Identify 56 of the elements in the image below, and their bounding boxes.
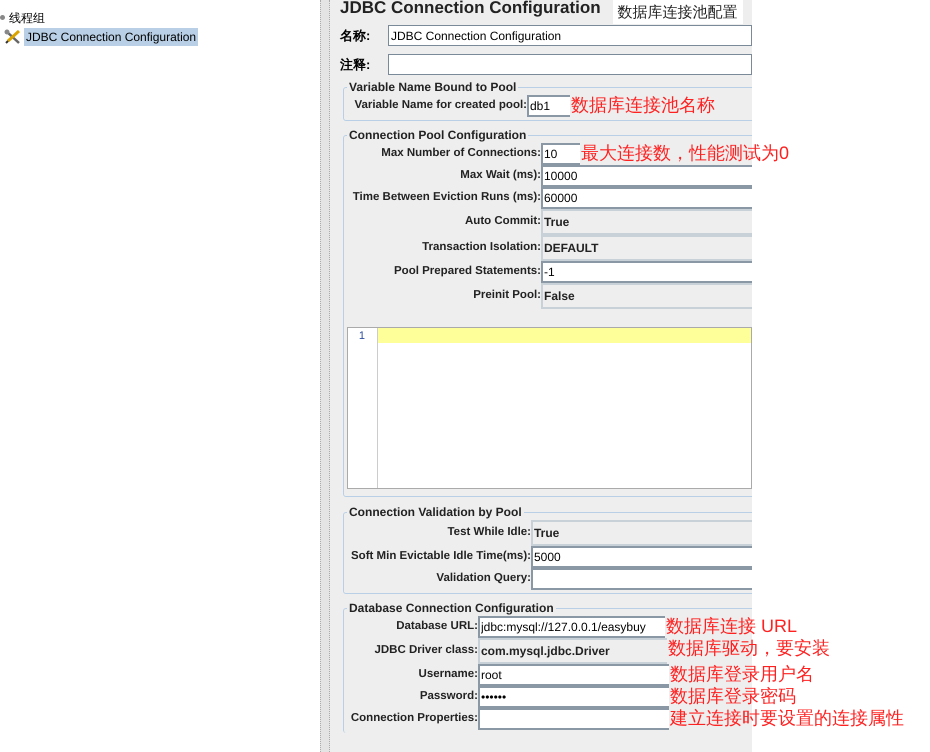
- field-label: Time Between Eviction Runs (ms):: [352, 190, 541, 206]
- splitter[interactable]: [320, 0, 330, 752]
- input-field[interactable]: 10: [541, 143, 580, 165]
- annotation: 建立连接时要设置的连接属性: [670, 707, 904, 729]
- annotation: 数据库驱动，要安装: [668, 637, 830, 659]
- annotation: 最大连接数，性能测试为0: [581, 142, 790, 164]
- field-label: Username:: [418, 667, 478, 682]
- field-label: Soft Min Evictable Idle Time(ms):: [350, 549, 531, 564]
- section-title: Connection Validation by Pool: [347, 505, 524, 519]
- field-label: Transaction Isolation:: [421, 240, 541, 256]
- name-field[interactable]: JDBC Connection Configuration: [388, 25, 752, 46]
- field-label: Password:: [418, 689, 478, 704]
- input-field[interactable]: 10000: [541, 165, 752, 187]
- panel-title: JDBC Connection Configuration: [340, 0, 601, 18]
- field-label: Variable Name for created pool:: [353, 98, 527, 114]
- comment-field[interactable]: [388, 54, 752, 75]
- dropdown[interactable]: True: [541, 209, 752, 235]
- dropdown[interactable]: DEFAULT: [541, 235, 752, 261]
- section-title: Variable Name Bound to Pool: [347, 80, 518, 94]
- input-field[interactable]: -1: [541, 261, 752, 283]
- tree-item[interactable]: 线程组: [7, 8, 47, 26]
- line-number: 1: [358, 329, 366, 343]
- input-field[interactable]: root: [478, 664, 669, 686]
- field-label: Max Number of Connections:: [380, 146, 541, 162]
- field-label: Pool Prepared Statements:: [393, 264, 541, 280]
- input-field[interactable]: 60000: [541, 187, 752, 209]
- field-label: JDBC Driver class:: [373, 643, 478, 658]
- field-label: 注释:: [340, 56, 372, 74]
- annotation: 数据库连接 URL: [666, 615, 798, 637]
- input-field[interactable]: [478, 708, 669, 730]
- field-label: Max Wait (ms):: [459, 168, 541, 184]
- annotation: 数据库连接池名称: [571, 94, 715, 116]
- input-field[interactable]: db1: [527, 95, 570, 117]
- dropdown[interactable]: com.mysql.jdbc.Driver: [478, 638, 667, 664]
- section-title: Connection Pool Configuration: [347, 128, 528, 142]
- annotation: 数据库登录密码: [670, 685, 796, 707]
- annotation: 数据库登录用户名: [670, 663, 814, 685]
- field-label: Validation Query:: [435, 571, 531, 586]
- node-icon[interactable]: [0, 15, 5, 20]
- field-label: Auto Commit:: [464, 214, 541, 230]
- code-editor[interactable]: 1: [347, 327, 752, 489]
- field-label: Preinit Pool:: [472, 288, 541, 304]
- input-field[interactable]: 5000: [531, 546, 752, 568]
- tree-item[interactable]: JDBC Connection Configuration: [24, 28, 198, 46]
- wrench-screwdriver-icon: [4, 28, 22, 44]
- field-label: 名称:: [340, 26, 372, 45]
- dropdown[interactable]: True: [531, 520, 752, 546]
- input-field[interactable]: [531, 568, 752, 590]
- input-field[interactable]: ••••••: [478, 686, 669, 708]
- field-label: Database URL:: [395, 619, 478, 634]
- dropdown[interactable]: False: [541, 283, 752, 309]
- field-label: Connection Properties:: [350, 711, 478, 726]
- field-label: Test While Idle:: [446, 525, 531, 540]
- section-title: Database Connection Configuration: [347, 601, 556, 615]
- input-field[interactable]: jdbc:mysql://127.0.0.1/easybuy: [478, 616, 665, 638]
- annotation: 数据库连接池配置: [612, 0, 743, 24]
